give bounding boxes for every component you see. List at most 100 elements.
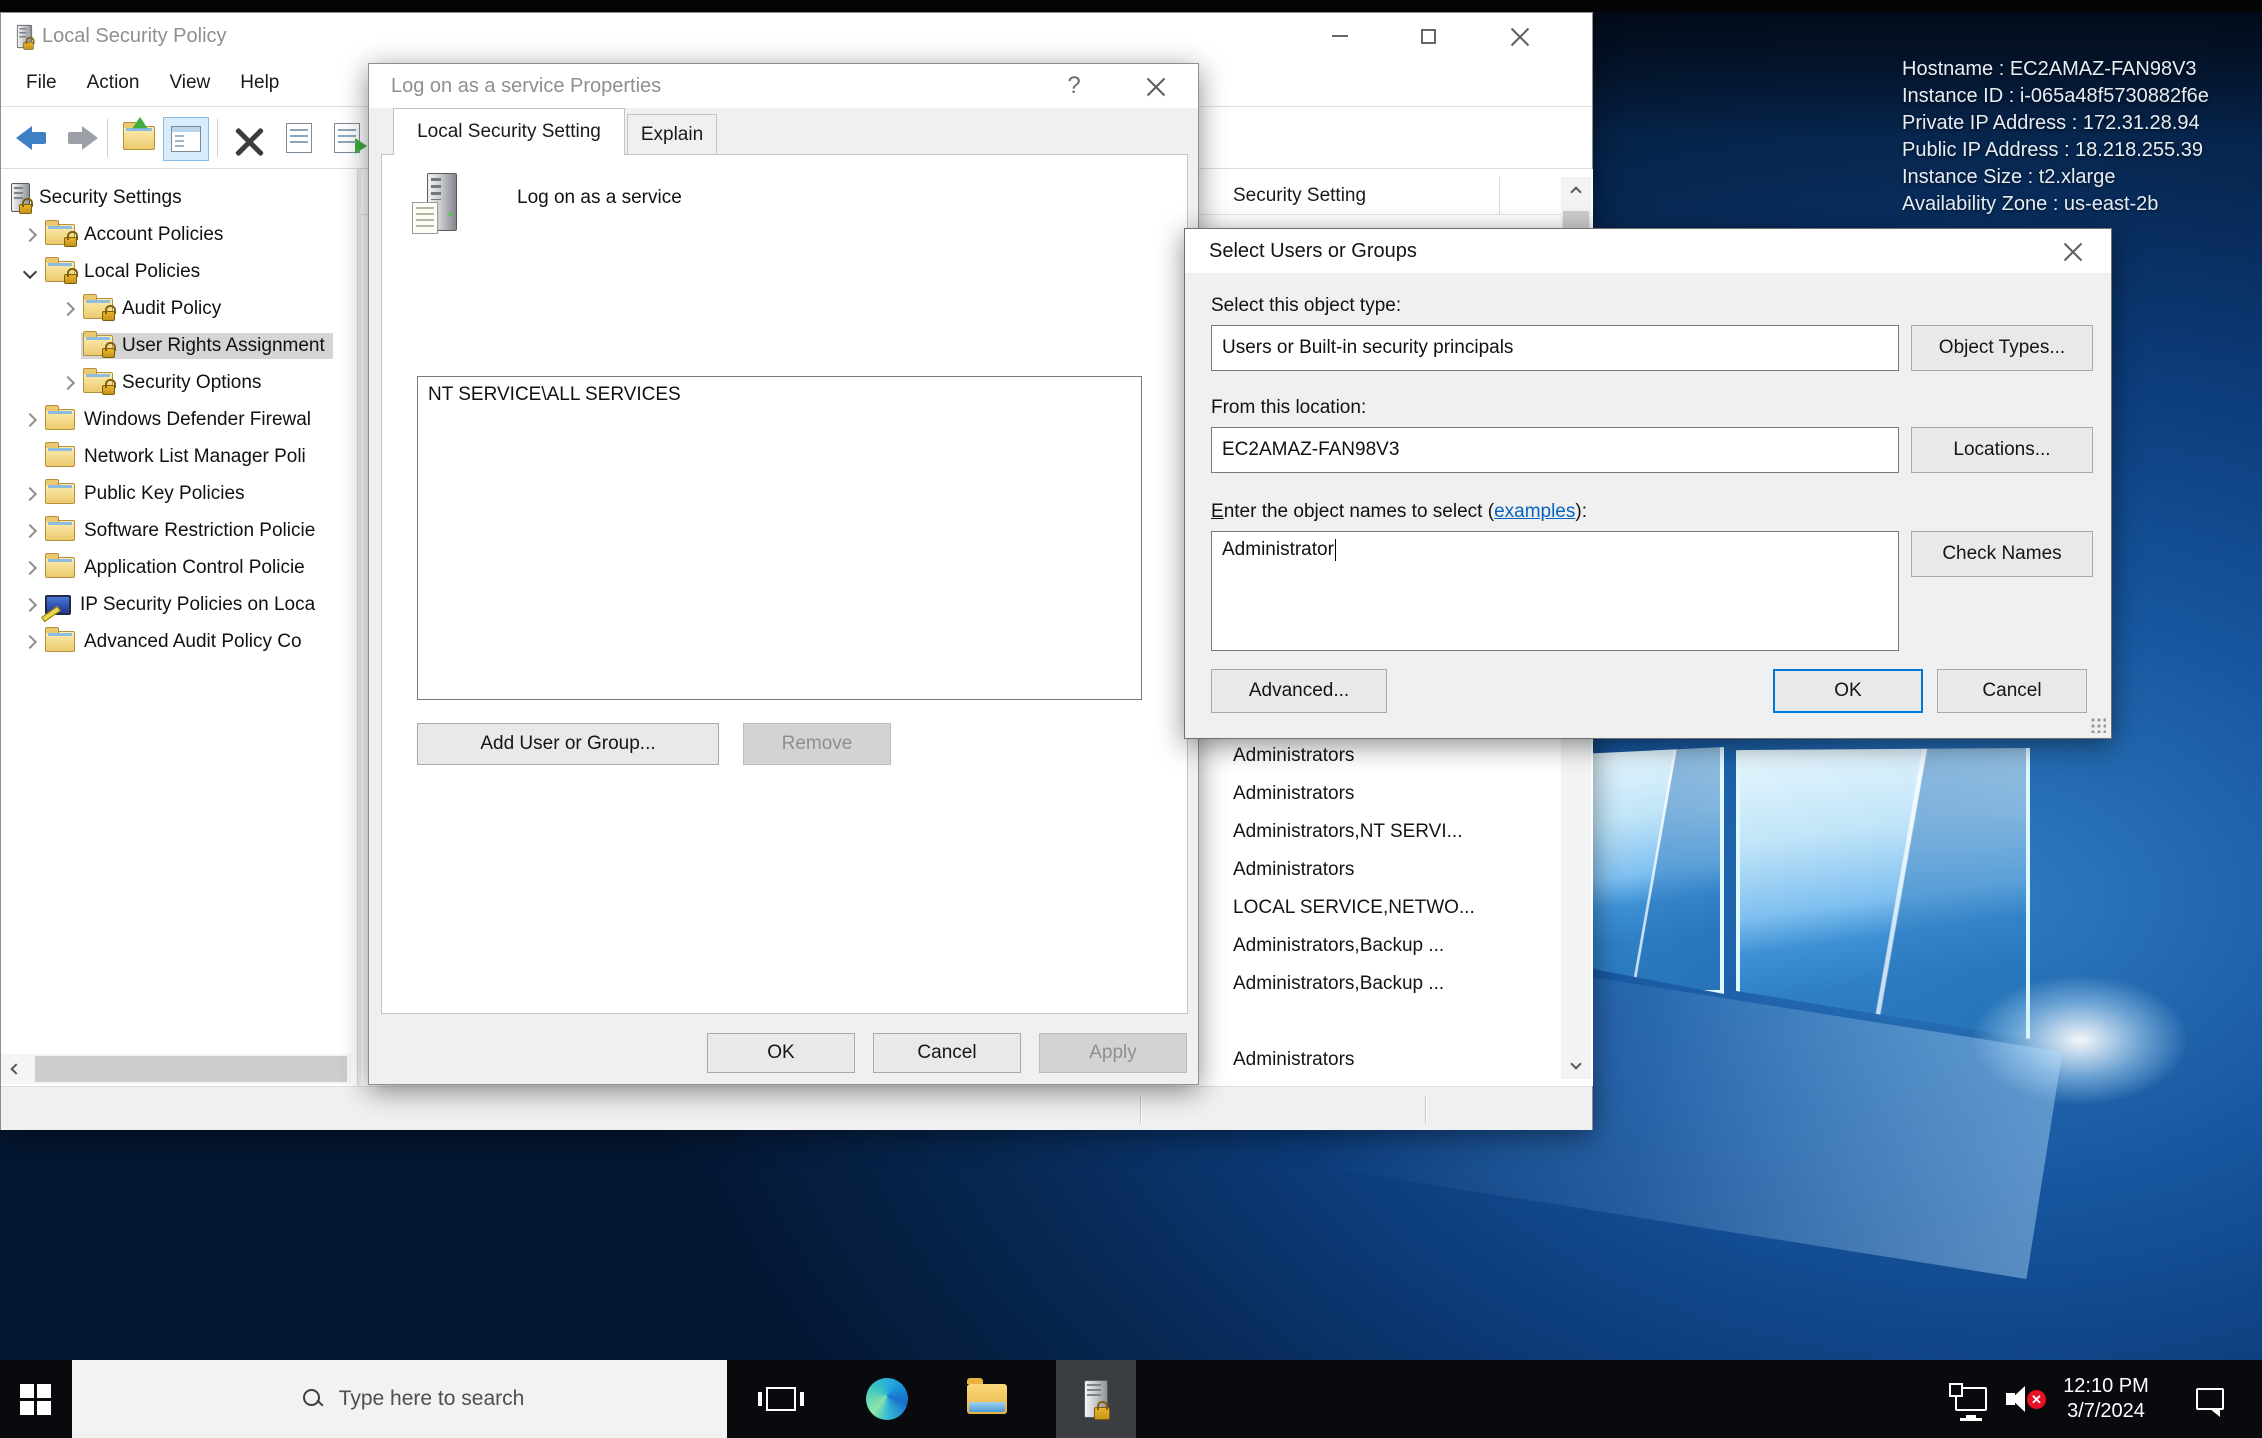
tree-item-audit-policy[interactable]: Audit Policy	[1, 290, 357, 327]
list-row[interactable]: Administrators	[1233, 1041, 1354, 1079]
tab-local-security-setting[interactable]: Local Security Setting	[393, 108, 625, 155]
object-type-field[interactable]: Users or Built-in security principals	[1211, 325, 1899, 371]
folder-lock-icon	[83, 335, 113, 356]
list-row[interactable]: Administrators,Backup ...	[1233, 965, 1444, 1003]
back-button[interactable]	[11, 119, 55, 157]
menu-help[interactable]: Help	[225, 66, 294, 100]
chevron-right-icon[interactable]	[17, 230, 43, 240]
tree-item-user-rights-assignment[interactable]: User Rights Assignment	[1, 327, 357, 364]
tree-item-software-restriction-policie[interactable]: Software Restriction Policie	[1, 512, 357, 549]
taskbar-clock[interactable]: 12:10 PM 3/7/2024	[2056, 1360, 2156, 1438]
tray-network-button[interactable]	[1946, 1360, 1996, 1438]
show-console-tree-icon	[171, 126, 201, 152]
status-bar	[1, 1086, 1592, 1130]
ok-button[interactable]: OK	[1773, 669, 1923, 713]
tab-explain[interactable]: Explain	[627, 114, 717, 155]
dialog-close-button[interactable]	[2049, 229, 2097, 273]
dialog-title: Log on as a service Properties	[391, 75, 661, 98]
dialog-close-button[interactable]	[1132, 64, 1180, 108]
chevron-right-icon[interactable]	[17, 415, 43, 425]
export-button[interactable]	[117, 119, 161, 157]
export-list-button[interactable]	[325, 119, 369, 157]
info-line: Availability Zone : us-east-2b	[1902, 191, 2209, 218]
chevron-right-icon[interactable]	[55, 304, 81, 314]
cancel-button[interactable]: Cancel	[873, 1033, 1021, 1073]
list-row[interactable]: Administrators	[1233, 775, 1354, 813]
list-row[interactable]: Administrators,Backup ...	[1233, 927, 1444, 965]
ok-button[interactable]: OK	[707, 1033, 855, 1073]
close-icon	[1510, 26, 1530, 46]
help-button[interactable]: ?	[1050, 64, 1098, 108]
tree-item-security-settings[interactable]: Security Settings	[1, 179, 357, 216]
search-icon	[303, 1389, 323, 1409]
add-user-or-group-button[interactable]: Add User or Group...	[417, 723, 719, 765]
object-types-button[interactable]: Object Types...	[1911, 325, 2093, 371]
minimize-button[interactable]	[1311, 13, 1369, 59]
cancel-button[interactable]: Cancel	[1937, 669, 2087, 713]
taskbar-edge-button[interactable]	[858, 1360, 916, 1438]
examples-link[interactable]: examples	[1494, 501, 1575, 522]
from-location-field[interactable]: EC2AMAZ-FAN98V3	[1211, 427, 1899, 473]
tree-item-account-policies[interactable]: Account Policies	[1, 216, 357, 253]
task-view-button[interactable]	[752, 1360, 810, 1438]
object-names-label: Enter the object names to select (exampl…	[1211, 501, 1587, 523]
tree-item-ip-security-policies-on-loca[interactable]: IP Security Policies on Loca	[1, 586, 357, 623]
close-button[interactable]	[1491, 13, 1549, 59]
list-row[interactable]: LOCAL SERVICE,NETWO...	[1233, 889, 1475, 927]
forward-button[interactable]	[59, 119, 103, 157]
properties-button[interactable]	[277, 119, 321, 157]
scroll-up-button[interactable]	[1561, 177, 1591, 207]
delete-button[interactable]	[227, 119, 271, 157]
tree-item-label: Account Policies	[84, 224, 223, 246]
chevron-right-icon[interactable]	[17, 489, 43, 499]
tree-item-network-list-manager-poli[interactable]: Network List Manager Poli	[1, 438, 357, 475]
tree-item-security-options[interactable]: Security Options	[1, 364, 357, 401]
check-names-button[interactable]: Check Names	[1911, 531, 2093, 577]
chevron-right-icon[interactable]	[17, 526, 43, 536]
tree-item-public-key-policies[interactable]: Public Key Policies	[1, 475, 357, 512]
chevron-right-icon[interactable]	[17, 637, 43, 647]
start-button[interactable]	[0, 1360, 70, 1438]
menu-view[interactable]: View	[154, 66, 225, 100]
taskbar-search-input[interactable]: Type here to search	[72, 1360, 727, 1438]
resize-grip[interactable]	[2090, 717, 2106, 733]
tree-item-windows-defender-firewal[interactable]: Windows Defender Firewal	[1, 401, 357, 438]
column-divider[interactable]	[1499, 177, 1500, 215]
tray-volume-button[interactable]: ✕	[1998, 1360, 2050, 1438]
chevron-right-icon[interactable]	[17, 563, 43, 573]
tree-item-application-control-policie[interactable]: Application Control Policie	[1, 549, 357, 586]
chevron-right-icon[interactable]	[17, 600, 43, 610]
apply-button[interactable]: Apply	[1039, 1033, 1187, 1073]
scroll-left-button[interactable]	[1, 1054, 31, 1084]
taskbar-local-security-policy-button[interactable]	[1056, 1360, 1136, 1438]
list-row[interactable]: Administrators	[1233, 851, 1354, 889]
volume-muted-badge: ✕	[2027, 1390, 2046, 1409]
minimize-icon	[1332, 35, 1348, 37]
advanced-button[interactable]: Advanced...	[1211, 669, 1387, 713]
taskbar-file-explorer-button[interactable]	[958, 1360, 1016, 1438]
scroll-down-button[interactable]	[1561, 1049, 1591, 1079]
chevron-down-icon[interactable]	[17, 267, 43, 277]
maximize-button[interactable]	[1399, 13, 1457, 59]
members-listbox[interactable]: NT SERVICE\ALL SERVICES	[417, 376, 1142, 700]
action-center-button[interactable]	[2180, 1360, 2240, 1438]
tree-item-local-policies[interactable]: Local Policies	[1, 253, 357, 290]
locations-button[interactable]: Locations...	[1911, 427, 2093, 473]
list-row[interactable]: Administrators,NT SERVI...	[1233, 813, 1462, 851]
taskbar: Type here to search ✕ 12:10 PM 3/7/2024	[0, 1360, 2262, 1438]
member-item[interactable]: NT SERVICE\ALL SERVICES	[428, 384, 681, 405]
menu-action[interactable]: Action	[72, 66, 155, 100]
remove-button[interactable]: Remove	[743, 723, 891, 765]
maximize-icon	[1421, 29, 1436, 44]
chevron-right-icon[interactable]	[55, 378, 81, 388]
button-label: OK	[767, 1042, 794, 1064]
tree-horizontal-scrollbar[interactable]	[1, 1054, 351, 1084]
search-placeholder: Type here to search	[339, 1387, 525, 1411]
list-row[interactable]: Administrators	[1233, 737, 1354, 775]
button-label: Object Types...	[1939, 337, 2065, 359]
object-names-input[interactable]: Administrator	[1211, 531, 1899, 651]
menu-file[interactable]: File	[11, 66, 72, 100]
show-console-tree-button[interactable]	[163, 117, 209, 161]
scrollbar-thumb[interactable]	[35, 1056, 347, 1082]
tree-item-advanced-audit-policy-co[interactable]: Advanced Audit Policy Co	[1, 623, 357, 660]
